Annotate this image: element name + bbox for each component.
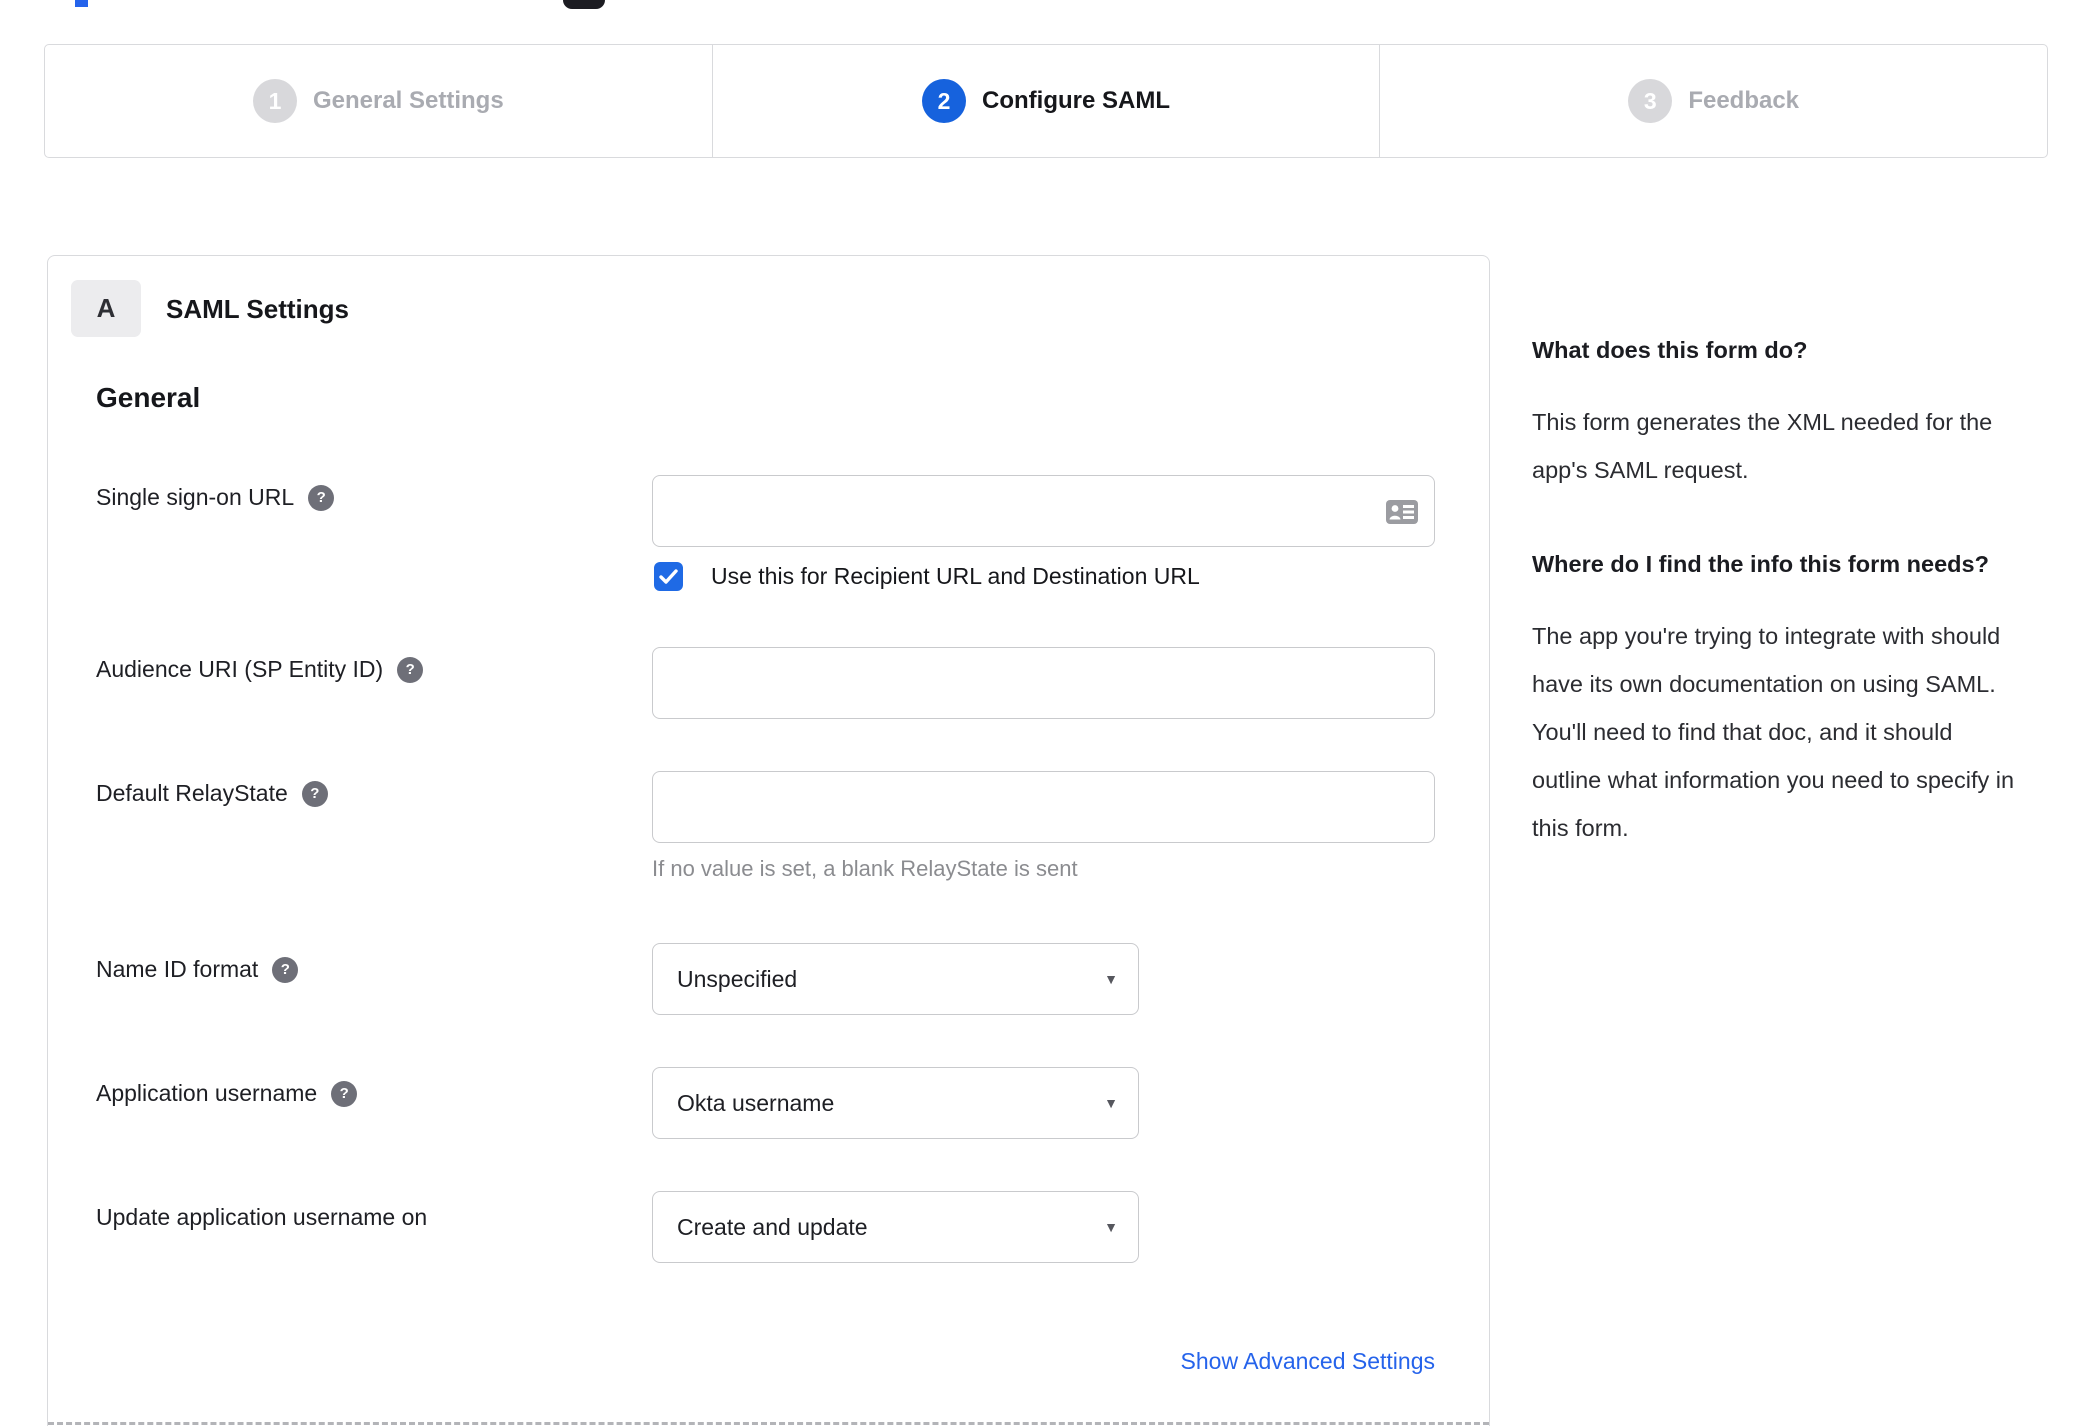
- help-icon[interactable]: ?: [331, 1080, 358, 1107]
- step-general-settings[interactable]: 1 General Settings: [45, 45, 712, 157]
- caret-down-icon: ▼: [1104, 1095, 1118, 1111]
- label-text: Audience URI (SP Entity ID): [96, 656, 384, 682]
- audience-uri-input[interactable]: [652, 647, 1435, 719]
- caret-down-icon: ▼: [1104, 971, 1118, 987]
- cutoff-dark-fragment: [563, 0, 605, 9]
- step-label: Configure SAML: [982, 87, 1170, 114]
- default-relaystate-label: Default RelayState ?: [96, 780, 328, 807]
- help-section: Where do I find the info this form needs…: [1532, 540, 2024, 852]
- relaystate-hint: If no value is set, a blank RelayState i…: [652, 856, 1078, 881]
- step-feedback[interactable]: 3 Feedback: [1379, 45, 2047, 157]
- recipient-url-checkbox-label: Use this for Recipient URL and Destinati…: [711, 563, 1200, 589]
- selected-value: Create and update: [677, 1213, 868, 1240]
- label-text: Application username: [96, 1080, 318, 1106]
- help-heading: Where do I find the info this form needs…: [1532, 551, 1989, 577]
- contact-card-icon: [1385, 499, 1419, 530]
- label-text: Name ID format: [96, 956, 259, 982]
- recipient-url-checkbox[interactable]: [654, 562, 683, 591]
- selected-value: Unspecified: [677, 965, 798, 992]
- selected-value: Okta username: [677, 1089, 835, 1116]
- audience-uri-label: Audience URI (SP Entity ID) ?: [96, 656, 424, 683]
- caret-down-icon: ▼: [1104, 1219, 1118, 1235]
- default-relaystate-input[interactable]: [652, 771, 1435, 843]
- step-label: General Settings: [312, 87, 504, 114]
- application-username-label: Application username ?: [96, 1080, 358, 1107]
- help-body: The app you're trying to integrate with …: [1532, 623, 2015, 841]
- wizard-stepper: 1 General Settings 2 Configure SAML 3 Fe…: [44, 44, 2048, 158]
- help-icon[interactable]: ?: [301, 780, 328, 807]
- sso-url-label: Single sign-on URL ?: [96, 484, 335, 511]
- help-icon[interactable]: ?: [272, 956, 299, 983]
- step-configure-saml[interactable]: 2 Configure SAML: [711, 45, 1380, 157]
- help-body: This form generates the XML needed for t…: [1532, 409, 1993, 483]
- show-advanced-settings-link[interactable]: Show Advanced Settings: [652, 1348, 1435, 1375]
- sso-url-input[interactable]: [652, 475, 1435, 547]
- recipient-url-checkbox-row: Use this for Recipient URL and Destinati…: [654, 562, 1200, 591]
- label-text: Update application username on: [96, 1204, 428, 1230]
- section-a-badge: A: [71, 280, 141, 337]
- help-section: What does this form do? This form genera…: [1532, 326, 2024, 494]
- help-heading: What does this form do?: [1532, 337, 1808, 363]
- saml-settings-panel: A SAML Settings General Single sign-on U…: [47, 255, 1490, 1426]
- section-title: SAML Settings: [166, 294, 349, 324]
- cutoff-blue-fragment: [75, 0, 88, 7]
- help-icon[interactable]: ?: [308, 484, 335, 511]
- step-label: Feedback: [1688, 87, 1800, 114]
- step-number-badge: 2: [922, 79, 967, 123]
- group-title-general: General: [96, 382, 201, 413]
- section-divider-dashed: [48, 1422, 1489, 1425]
- label-text: Single sign-on URL: [96, 484, 295, 510]
- step-number-badge: 1: [252, 79, 297, 123]
- update-username-label: Update application username on: [96, 1204, 427, 1231]
- step-number-badge: 3: [1628, 79, 1673, 123]
- update-username-select[interactable]: Create and update ▼: [652, 1191, 1139, 1263]
- name-id-format-select[interactable]: Unspecified ▼: [652, 943, 1139, 1015]
- sso-url-input-wrap: [652, 475, 1435, 547]
- application-username-select[interactable]: Okta username ▼: [652, 1067, 1139, 1139]
- help-icon[interactable]: ?: [397, 656, 424, 683]
- name-id-format-label: Name ID format ?: [96, 956, 299, 983]
- label-text: Default RelayState: [96, 780, 288, 806]
- help-sidebar: What does this form do? This form genera…: [1532, 326, 2024, 852]
